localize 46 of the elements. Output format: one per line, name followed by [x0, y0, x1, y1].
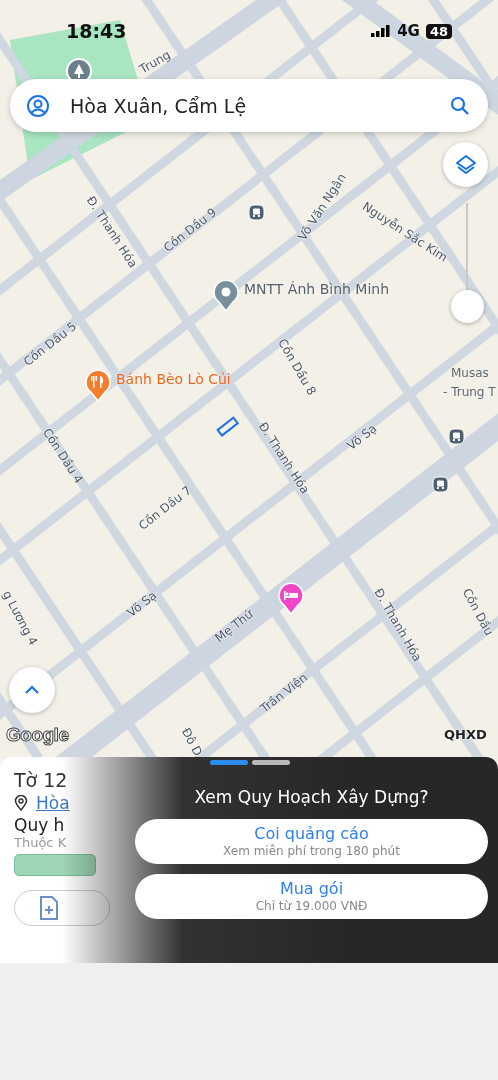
page-indicator[interactable]: [252, 760, 290, 765]
dialog-title: Xem Quy Hoạch Xây Dựng?: [193, 787, 430, 807]
chevron-up-icon: [24, 685, 40, 695]
search-bar[interactable]: Hòa Xuân, Cẩm Lệ: [10, 79, 488, 132]
expand-button[interactable]: [9, 667, 55, 713]
add-document-icon: [39, 896, 59, 920]
section-subheading: Thuộc K: [14, 835, 67, 850]
map-source-label: QHXD: [444, 727, 487, 742]
option-button[interactable]: Mua gói Chỉ từ 19.000 VNĐ: [135, 874, 488, 919]
street-label: Cồn Dầu 7: [135, 483, 195, 533]
address-link[interactable]: Hòa: [36, 793, 70, 813]
street-label: Mẹ Thứ: [212, 606, 256, 646]
location-pin-icon: [14, 795, 28, 811]
account-icon[interactable]: [26, 93, 50, 118]
hotel-pin-icon[interactable]: [277, 581, 305, 615]
network-label: 4G: [397, 22, 420, 40]
bus-stop-icon[interactable]: [448, 428, 465, 445]
zoom-slider[interactable]: [451, 203, 484, 323]
status-time: 18:43: [66, 20, 127, 42]
street-label: Võ Sạ: [124, 588, 160, 620]
place-label[interactable]: MNTT Ánh Bình Minh: [244, 281, 390, 297]
option-button[interactable]: Coi quảng cáo Xem miễn phí trong 180 phút: [135, 819, 488, 864]
street-label: Trung: [137, 47, 173, 77]
slider-thumb[interactable]: [451, 290, 484, 323]
street-label: Trần Viện: [257, 670, 311, 716]
parcel-outline-icon: [215, 416, 241, 438]
street-label: Võ Sạ: [344, 421, 380, 453]
layers-button[interactable]: [443, 142, 488, 187]
restaurant-pin-icon[interactable]: [84, 368, 112, 402]
place-label: - Trung T: [443, 385, 496, 399]
place-pin-icon[interactable]: [212, 278, 240, 312]
add-button[interactable]: [14, 890, 110, 926]
signal-icon: [371, 25, 392, 37]
search-text[interactable]: Hòa Xuân, Cẩm Lệ: [70, 94, 430, 117]
street-label: Cồn Dầu 5: [20, 319, 80, 369]
parcel-title: Tờ 12: [14, 769, 68, 791]
search-icon[interactable]: [450, 95, 470, 116]
street-label: Cồn Dầu 9: [160, 205, 220, 255]
street-label: Cồn Dầu: [459, 586, 497, 638]
bus-stop-icon[interactable]: [432, 476, 449, 493]
section-heading: Quy h: [14, 815, 65, 835]
place-label[interactable]: Bánh Bèo Lò Củi: [116, 371, 231, 387]
bus-stop-icon[interactable]: [248, 204, 265, 221]
street-label: Đô D: [178, 725, 206, 759]
google-logo: Google: [6, 724, 69, 746]
place-label[interactable]: Musas: [451, 366, 489, 380]
